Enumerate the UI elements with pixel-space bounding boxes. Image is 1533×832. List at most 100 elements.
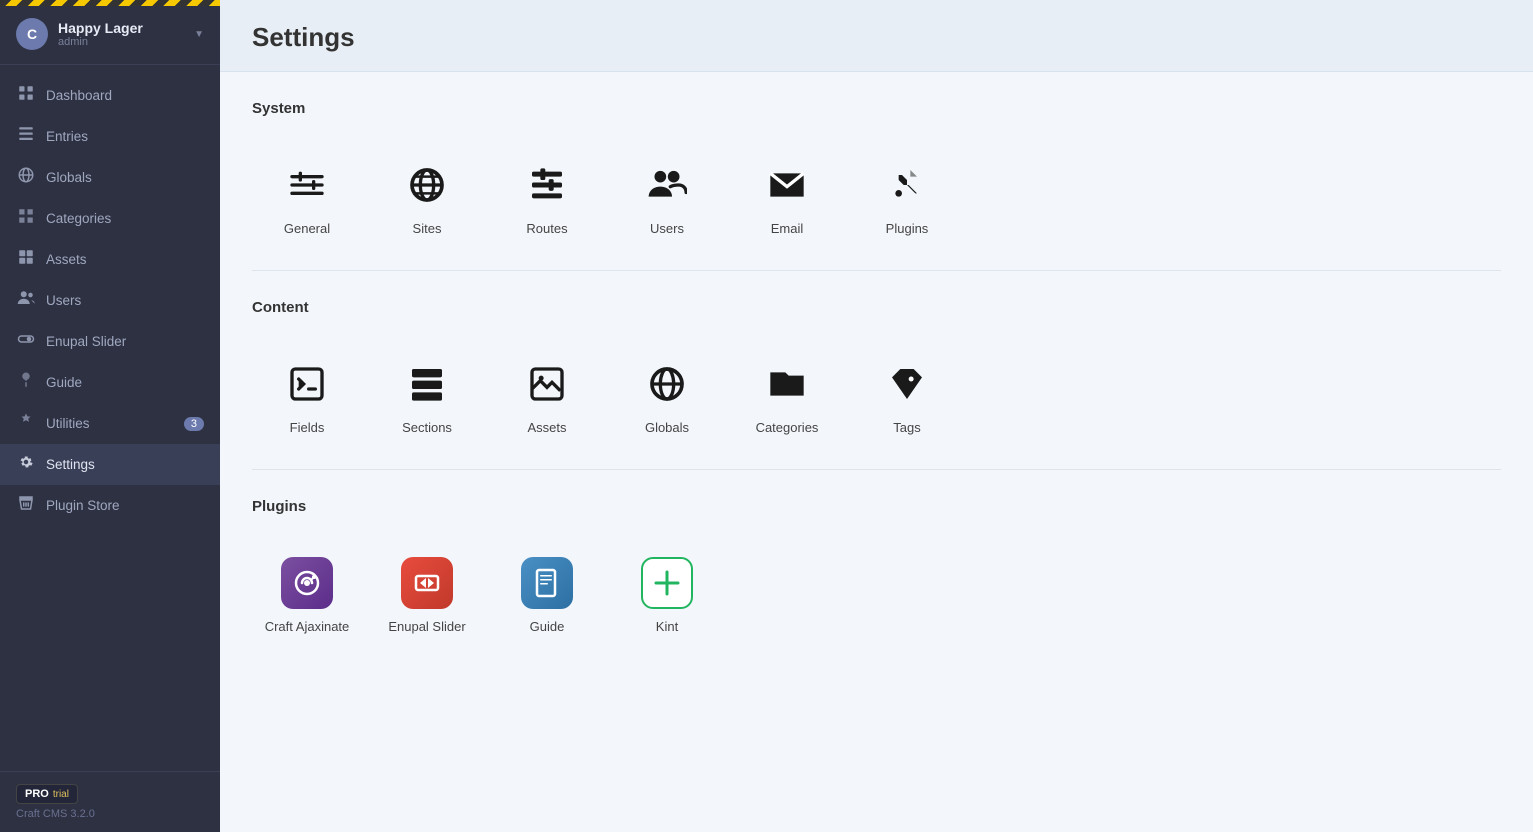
sidebar-item-assets[interactable]: Assets xyxy=(0,239,220,280)
sites-label: Sites xyxy=(413,221,442,236)
general-label: General xyxy=(284,221,330,236)
fields-label: Fields xyxy=(290,420,325,435)
craft-ajaxinate-icon xyxy=(281,557,333,609)
sidebar-item-label: Entries xyxy=(46,129,88,144)
sidebar-item-guide[interactable]: Guide xyxy=(0,362,220,403)
chevron-down-icon: ▼ xyxy=(194,29,204,40)
sidebar-item-enupal-slider[interactable]: Enupal Slider xyxy=(0,321,220,362)
sidebar-item-label: Plugin Store xyxy=(46,498,120,513)
sidebar-item-label: Utilities xyxy=(46,416,90,431)
settings-email-link[interactable]: Email xyxy=(732,141,842,250)
pro-badge: PRO trial xyxy=(16,784,78,804)
plugins-section-title: Plugins xyxy=(252,498,1501,515)
trial-label: trial xyxy=(53,789,69,800)
settings-routes-link[interactable]: Routes xyxy=(492,141,602,250)
settings-sections-link[interactable]: Sections xyxy=(372,340,482,449)
email-icon xyxy=(761,159,813,211)
settings-sites-link[interactable]: Sites xyxy=(372,141,482,250)
plugins-label: Plugins xyxy=(886,221,929,236)
tags-label: Tags xyxy=(893,420,920,435)
content-assets-label: Assets xyxy=(527,420,566,435)
plugin-store-icon xyxy=(16,494,36,517)
content-area: System General xyxy=(220,72,1533,708)
system-section: System General xyxy=(252,72,1501,271)
settings-categories-link[interactable]: Categories xyxy=(732,340,842,449)
sidebar-item-label: Assets xyxy=(46,252,87,267)
craft-ajaxinate-label: Craft Ajaxinate xyxy=(265,619,350,634)
settings-icon xyxy=(16,453,36,476)
plugin-kint-link[interactable]: Kint xyxy=(612,539,722,648)
sections-icon xyxy=(401,358,453,410)
sidebar-item-label: Guide xyxy=(46,375,82,390)
sidebar-nav: Dashboard Entries Globals Categories xyxy=(0,65,220,771)
users-icon xyxy=(16,289,36,312)
system-section-title: System xyxy=(252,100,1501,117)
plugins-section: Plugins Craft Ajaxinate xyxy=(252,470,1501,668)
sidebar-item-settings[interactable]: Settings xyxy=(0,444,220,485)
sidebar-item-globals[interactable]: Globals xyxy=(0,157,220,198)
fields-icon xyxy=(281,358,333,410)
sidebar-item-label: Settings xyxy=(46,457,95,472)
content-assets-icon xyxy=(521,358,573,410)
pro-label: PRO xyxy=(25,788,49,800)
sidebar-item-utilities[interactable]: Utilities 3 xyxy=(0,403,220,444)
globals-icon xyxy=(16,166,36,189)
content-categories-label: Categories xyxy=(756,420,819,435)
settings-tags-link[interactable]: Tags xyxy=(852,340,962,449)
sidebar-item-categories[interactable]: Categories xyxy=(0,198,220,239)
page-title: Settings xyxy=(252,22,1501,53)
settings-plugins-link[interactable]: Plugins xyxy=(852,141,962,250)
content-icon-grid: Fields Sections xyxy=(252,340,1501,449)
plugin-craft-ajaxinate-link[interactable]: Craft Ajaxinate xyxy=(252,539,362,648)
settings-assets-link[interactable]: Assets xyxy=(492,340,602,449)
guide-plugin-icon xyxy=(521,557,573,609)
kint-icon xyxy=(641,557,693,609)
utilities-icon xyxy=(16,412,36,435)
content-section: Content Fields xyxy=(252,271,1501,470)
content-categories-icon xyxy=(761,358,813,410)
plugin-guide-link[interactable]: Guide xyxy=(492,539,602,648)
enupal-slider-icon xyxy=(401,557,453,609)
entries-icon xyxy=(16,125,36,148)
guide-plugin-label: Guide xyxy=(530,619,565,634)
warning-stripe xyxy=(0,0,220,6)
sidebar-item-label: Globals xyxy=(46,170,92,185)
settings-globals-link[interactable]: Globals xyxy=(612,340,722,449)
enupal-icon xyxy=(16,330,36,353)
settings-fields-link[interactable]: Fields xyxy=(252,340,362,449)
sidebar-item-plugin-store[interactable]: Plugin Store xyxy=(0,485,220,526)
content-globals-icon xyxy=(641,358,693,410)
brand-role: admin xyxy=(58,36,143,48)
avatar: C xyxy=(16,18,48,50)
sidebar-footer: PRO trial Craft CMS 3.2.0 xyxy=(0,771,220,832)
main-content: Settings System General xyxy=(220,0,1533,832)
sidebar: C Happy Lager admin ▼ Dashboard Entries xyxy=(0,0,220,832)
sidebar-item-label: Dashboard xyxy=(46,88,112,103)
sidebar-item-label: Users xyxy=(46,293,81,308)
settings-users-icon xyxy=(641,159,693,211)
version-label: Craft CMS 3.2.0 xyxy=(16,808,204,820)
routes-icon xyxy=(521,159,573,211)
sidebar-item-label: Enupal Slider xyxy=(46,334,126,349)
plugins-icon-grid: Craft Ajaxinate Enupal Slider xyxy=(252,539,1501,648)
assets-icon xyxy=(16,248,36,271)
dashboard-icon xyxy=(16,84,36,107)
plugins-icon xyxy=(881,159,933,211)
system-icon-grid: General Sites xyxy=(252,141,1501,250)
general-icon xyxy=(281,159,333,211)
content-section-title: Content xyxy=(252,299,1501,316)
settings-general-link[interactable]: General xyxy=(252,141,362,250)
sidebar-item-dashboard[interactable]: Dashboard xyxy=(0,75,220,116)
utilities-badge: 3 xyxy=(184,417,204,431)
content-globals-label: Globals xyxy=(645,420,689,435)
settings-users-link[interactable]: Users xyxy=(612,141,722,250)
sidebar-header[interactable]: C Happy Lager admin ▼ xyxy=(0,0,220,65)
sidebar-item-entries[interactable]: Entries xyxy=(0,116,220,157)
settings-users-label: Users xyxy=(650,221,684,236)
sections-label: Sections xyxy=(402,420,452,435)
brand-name: Happy Lager xyxy=(58,20,143,36)
sidebar-item-users[interactable]: Users xyxy=(0,280,220,321)
guide-icon xyxy=(16,371,36,394)
plugin-enupal-slider-link[interactable]: Enupal Slider xyxy=(372,539,482,648)
email-label: Email xyxy=(771,221,804,236)
